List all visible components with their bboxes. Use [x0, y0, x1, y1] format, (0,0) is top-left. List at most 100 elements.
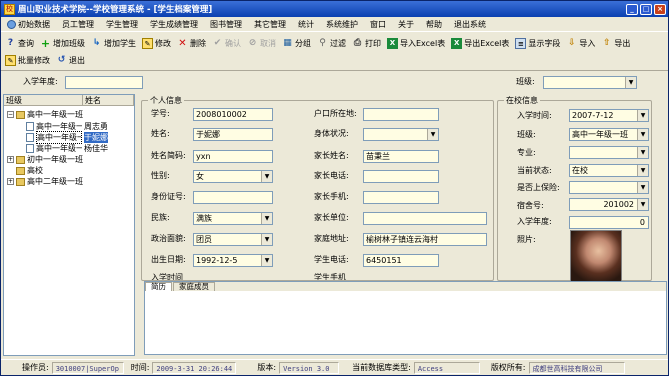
export-icon: ⇧ — [603, 37, 611, 48]
class-filter-label: 班级: — [516, 77, 535, 86]
parent-work-field[interactable] — [363, 212, 487, 225]
exit-button[interactable]: ↺ 退出 — [54, 53, 89, 68]
import-excel-button[interactable]: X 导入Excel表 — [385, 36, 449, 51]
menu-help[interactable]: 帮助 — [420, 18, 448, 32]
cancel-button[interactable]: ⊘ 取消 — [245, 36, 280, 51]
parent-mobile-field[interactable] — [363, 191, 439, 204]
chevron-down-icon[interactable]: ▼ — [637, 110, 648, 121]
student-id-field[interactable]: 2008010002 — [193, 108, 273, 121]
tree-node[interactable]: − 高中一年级一班 — [7, 109, 83, 120]
chevron-down-icon[interactable]: ▼ — [261, 171, 272, 182]
id-card-field[interactable] — [193, 191, 273, 204]
menu-staff[interactable]: 员工管理 — [56, 18, 100, 32]
menu-stats[interactable]: 统计 — [292, 18, 320, 32]
name-abbr-field[interactable]: yxn — [193, 150, 273, 163]
close-button[interactable]: × — [654, 3, 666, 15]
major-label: 专业: — [517, 148, 536, 157]
student-photo[interactable] — [570, 230, 622, 282]
gender-select[interactable]: 女 ▼ — [193, 170, 273, 183]
home-address-field[interactable]: 榆树林子镇连云海村 — [363, 233, 487, 246]
show-fields-button[interactable]: ≡ 显示字段 — [513, 36, 564, 51]
menu-bar: 初始数据 员工管理 学生管理 学生成绩管理 图书管理 其它管理 统计 系统维护 … — [1, 18, 668, 32]
expand-icon[interactable]: + — [7, 178, 14, 185]
parent-phone-label: 家长电话: — [314, 171, 349, 180]
menu-library[interactable]: 图书管理 — [204, 18, 248, 32]
ethnicity-select[interactable]: 满族 ▼ — [193, 212, 273, 225]
name-label: 姓名: — [151, 129, 170, 138]
expand-icon[interactable]: + — [7, 156, 14, 163]
group-button[interactable]: ▦ 分组 — [280, 36, 315, 51]
cancel-icon: ⊘ — [248, 37, 257, 48]
year-filter-input[interactable] — [65, 76, 143, 89]
tree-node[interactable]: 高校 — [7, 165, 43, 176]
tree-node[interactable]: + 高中二年级一班 — [7, 176, 83, 187]
folder-icon — [16, 110, 25, 119]
confirm-button[interactable]: ✔ 确认 — [210, 36, 245, 51]
tree-node[interactable]: + 初中一年级一班 — [7, 154, 83, 165]
batch-edit-button[interactable]: ✎ 批量修改 — [3, 53, 54, 68]
tab-resume[interactable]: 简历 — [145, 282, 172, 291]
menu-window[interactable]: 窗口 — [364, 18, 392, 32]
parent-phone-field[interactable] — [363, 170, 439, 183]
class-label: 班级: — [517, 130, 536, 139]
class-tree[interactable]: 班级 姓名 − 高中一年级一班 高中一年级一 周志勇 高中一年级一 于妮娜 高中一年级… — [3, 94, 135, 356]
student-phone-label: 学生电话: — [314, 255, 349, 264]
year-field[interactable]: 0 — [569, 216, 649, 229]
chevron-down-icon[interactable]: ▼ — [427, 129, 438, 140]
student-icon — [26, 122, 34, 131]
tree-node-selected[interactable]: 高中一年级一 于妮娜 — [26, 131, 108, 144]
maximize-button[interactable]: □ — [640, 3, 652, 15]
title-bar[interactable]: 校 眉山职业技术学院--学校管理系统 - [学生档案管理] _ □ × — [1, 1, 668, 17]
menu-about[interactable]: 关于 — [392, 18, 420, 32]
politics-select[interactable]: 团员 ▼ — [193, 233, 273, 246]
student-icon — [26, 133, 34, 142]
dorm-select[interactable]: 201002 ▼ — [569, 198, 649, 211]
chevron-down-icon[interactable]: ▼ — [261, 234, 272, 245]
major-select[interactable]: ▼ — [569, 146, 649, 159]
insured-select[interactable]: ▼ — [569, 181, 649, 194]
menu-exit[interactable]: 退出系统 — [448, 18, 492, 32]
enroll-time-picker[interactable]: 2007-7-12 ▼ — [569, 109, 649, 122]
add-class-button[interactable]: + 增加班级 — [38, 36, 89, 51]
parent-name-field[interactable]: 苗秉兰 — [363, 150, 439, 163]
menu-other[interactable]: 其它管理 — [248, 18, 292, 32]
print-button[interactable]: ⎙ 打印 — [350, 36, 385, 51]
student-id-label: 学号: — [151, 109, 170, 118]
delete-button[interactable]: ✕ 删除 — [175, 36, 210, 51]
chevron-down-icon[interactable]: ▼ — [637, 199, 648, 210]
export-excel-button[interactable]: X 导出Excel表 — [449, 36, 513, 51]
add-student-button[interactable]: ↳ 增加学生 — [89, 36, 140, 51]
excel-icon: X — [451, 37, 463, 49]
tree-col-name[interactable]: 姓名 — [83, 95, 134, 105]
chevron-down-icon[interactable]: ▼ — [637, 182, 648, 193]
class-select[interactable]: 高中一年级一班 ▼ — [569, 128, 649, 141]
tab-family[interactable]: 家庭成员 — [173, 282, 215, 291]
chevron-down-icon[interactable]: ▼ — [637, 129, 648, 140]
chevron-down-icon[interactable]: ▼ — [261, 213, 272, 224]
name-field[interactable]: 于妮娜 — [193, 128, 273, 141]
collapse-icon[interactable]: − — [7, 111, 14, 118]
hukou-field[interactable] — [363, 108, 439, 121]
student-phone-field[interactable]: 6450151 — [363, 254, 439, 267]
tree-node[interactable]: 高中一年级一 杨佳华 — [26, 143, 108, 154]
status-select[interactable]: 在校 ▼ — [569, 164, 649, 177]
tree-col-class[interactable]: 班级 — [4, 95, 83, 105]
import-button[interactable]: ⇩ 导入 — [564, 36, 599, 51]
birth-date-picker[interactable]: 1992-12-5 ▼ — [193, 254, 273, 267]
query-button[interactable]: ? 查询 — [3, 36, 38, 51]
export-button[interactable]: ⇧ 导出 — [599, 36, 634, 51]
class-filter-select[interactable]: ▼ — [543, 76, 637, 89]
minimize-button[interactable]: _ — [626, 3, 638, 15]
query-icon: ? — [7, 37, 14, 48]
chevron-down-icon[interactable]: ▼ — [637, 165, 648, 176]
health-select[interactable]: ▼ — [363, 128, 439, 141]
chevron-down-icon[interactable]: ▼ — [261, 255, 272, 266]
menu-maintenance[interactable]: 系统维护 — [320, 18, 364, 32]
menu-init-data[interactable]: 初始数据 — [1, 18, 56, 32]
chevron-down-icon[interactable]: ▼ — [637, 147, 648, 158]
filter-button[interactable]: ⚲ 过滤 — [315, 36, 350, 51]
menu-grades[interactable]: 学生成绩管理 — [144, 18, 204, 32]
chevron-down-icon[interactable]: ▼ — [625, 77, 636, 88]
menu-students[interactable]: 学生管理 — [100, 18, 144, 32]
edit-button[interactable]: ✎ 修改 — [140, 36, 175, 51]
